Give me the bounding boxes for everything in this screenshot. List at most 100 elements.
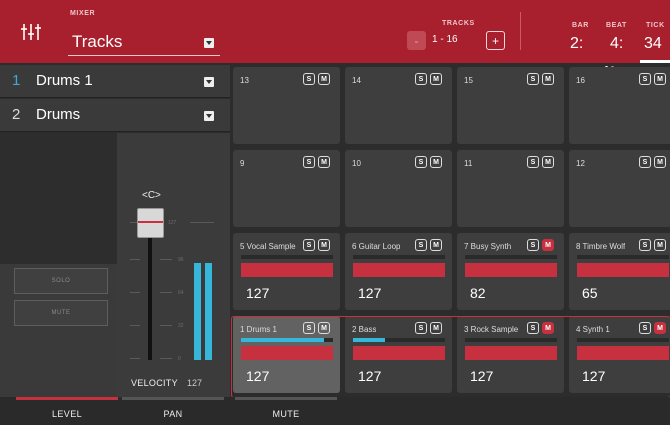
- mixer-mode-value: Tracks: [72, 32, 123, 51]
- pad-level-value: 127: [358, 285, 382, 301]
- pad-mute-button[interactable]: M: [318, 156, 330, 168]
- pad[interactable]: 12 S M: [569, 150, 670, 227]
- mixer-screen: MIXER Tracks TRACKS - 1 - 16 + BAR BEAT …: [0, 0, 670, 425]
- pad-label: 14: [352, 76, 361, 85]
- header-divider: [520, 12, 521, 50]
- pad-solo-button[interactable]: S: [415, 73, 427, 85]
- pad[interactable]: 16 S M: [569, 67, 670, 144]
- pad-label: 9: [240, 159, 245, 168]
- fader-tick: [160, 259, 172, 260]
- pad[interactable]: 15 S M: [457, 67, 564, 144]
- pad-label: 11: [464, 159, 473, 168]
- level-fader-handle[interactable]: [137, 208, 164, 238]
- velocity-label: VELOCITY: [131, 378, 178, 388]
- pad-level-bar: [353, 263, 445, 277]
- pad-label: 6 Guitar Loop: [352, 242, 401, 251]
- pad-level-bar: [577, 263, 669, 277]
- tab-pan[interactable]: PAN: [122, 397, 224, 425]
- tick-selected-indicator: [640, 60, 670, 63]
- tracks-label: TRACKS: [442, 20, 475, 27]
- pad-mute-button[interactable]: M: [318, 239, 330, 251]
- pad-solo-button[interactable]: S: [527, 156, 539, 168]
- fader-tick: [160, 325, 172, 326]
- pad[interactable]: 5 Vocal Sample S M 127: [233, 233, 340, 310]
- pad-mute-button[interactable]: M: [430, 156, 442, 168]
- mixer-label: MIXER: [70, 10, 96, 17]
- fader-tick: [130, 259, 140, 260]
- pad-label: 7 Busy Synth: [464, 242, 512, 251]
- pad-mute-button[interactable]: M: [318, 73, 330, 85]
- fader-tick-label: 0: [178, 356, 181, 362]
- fader-tick: [160, 358, 172, 359]
- tracks-next-button[interactable]: +: [486, 31, 505, 50]
- pad-solo-button[interactable]: S: [527, 73, 539, 85]
- pad-label: 5 Vocal Sample: [240, 242, 296, 251]
- pad-level-bar: [241, 263, 333, 277]
- tab-mute[interactable]: MUTE: [235, 397, 337, 425]
- bar-value[interactable]: 2:: [570, 35, 583, 53]
- fader-tick-label: 64: [178, 290, 184, 296]
- track-name: Drums: [36, 106, 81, 123]
- fader-tick-label: 96: [178, 257, 184, 263]
- selected-bank-outline: [231, 316, 670, 398]
- pad-mute-button[interactable]: M: [654, 73, 666, 85]
- tab-mute-label: MUTE: [272, 409, 300, 419]
- solo-button[interactable]: SOLO: [14, 268, 108, 294]
- pan-value[interactable]: <C>: [142, 190, 161, 201]
- pad[interactable]: 10 S M: [345, 150, 452, 227]
- track-number: 1: [12, 72, 21, 89]
- pad[interactable]: 13 S M: [233, 67, 340, 144]
- pad-level-value: 65: [582, 285, 598, 301]
- pad-label: 8 Timbre Wolf: [576, 242, 626, 251]
- pad-mute-button[interactable]: M: [542, 239, 554, 251]
- pad-solo-button[interactable]: S: [639, 239, 651, 251]
- pad-level-value: 82: [470, 285, 486, 301]
- pad-mute-button[interactable]: M: [654, 239, 666, 251]
- pad-solo-button[interactable]: S: [303, 156, 315, 168]
- mixer-icon[interactable]: [0, 0, 62, 63]
- pad-mute-button[interactable]: M: [430, 73, 442, 85]
- pad-mute-button[interactable]: M: [654, 156, 666, 168]
- pad-label: 13: [240, 76, 249, 85]
- pad-meter: [577, 255, 669, 259]
- pad-meter: [353, 255, 445, 259]
- pad[interactable]: 6 Guitar Loop S M 127: [345, 233, 452, 310]
- tab-level[interactable]: LEVEL: [16, 397, 118, 425]
- pad-mute-button[interactable]: M: [430, 239, 442, 251]
- pad[interactable]: 14 S M: [345, 67, 452, 144]
- fader-tick: [130, 358, 140, 359]
- dropdown-arrow-icon: [204, 77, 214, 87]
- tracks-range: 1 - 16: [432, 34, 458, 45]
- pad-solo-button[interactable]: S: [303, 239, 315, 251]
- pad-meter: [465, 255, 557, 259]
- pad-mute-button[interactable]: M: [542, 156, 554, 168]
- pad-solo-button[interactable]: S: [639, 156, 651, 168]
- pad[interactable]: 8 Timbre Wolf S M 65: [569, 233, 670, 310]
- fader-tick-label: 32: [178, 323, 184, 329]
- velocity-value: 127: [187, 378, 203, 388]
- mute-button[interactable]: MUTE: [14, 300, 108, 326]
- tab-level-label: LEVEL: [51, 409, 83, 419]
- level-meter-left: [194, 263, 201, 360]
- tracks-prev-button[interactable]: -: [407, 31, 426, 50]
- mixer-mode-select[interactable]: Tracks: [68, 26, 220, 56]
- pad-solo-button[interactable]: S: [415, 239, 427, 251]
- pad[interactable]: 11 S M: [457, 150, 564, 227]
- pad[interactable]: 9 SM: [233, 150, 340, 227]
- fader-tick: [130, 325, 140, 326]
- pad-mute-button[interactable]: M: [542, 73, 554, 85]
- track-select-2[interactable]: 2 Drums: [0, 99, 230, 132]
- fader-tick: [130, 292, 140, 293]
- pad[interactable]: 7 Busy Synth S M 82: [457, 233, 564, 310]
- fader-tick-label: 127: [168, 220, 177, 226]
- tick-value[interactable]: 34: [644, 35, 662, 53]
- pad-solo-button[interactable]: S: [527, 239, 539, 251]
- dropdown-arrow-icon: [204, 111, 214, 121]
- pad-solo-button[interactable]: S: [415, 156, 427, 168]
- fader-tick: [160, 292, 172, 293]
- pad-solo-button[interactable]: S: [639, 73, 651, 85]
- beat-label: BEAT: [606, 22, 627, 29]
- track-select-1[interactable]: 1 Drums 1: [0, 65, 230, 98]
- pad-solo-button[interactable]: S: [303, 73, 315, 85]
- beat-value[interactable]: 4:: [610, 35, 623, 53]
